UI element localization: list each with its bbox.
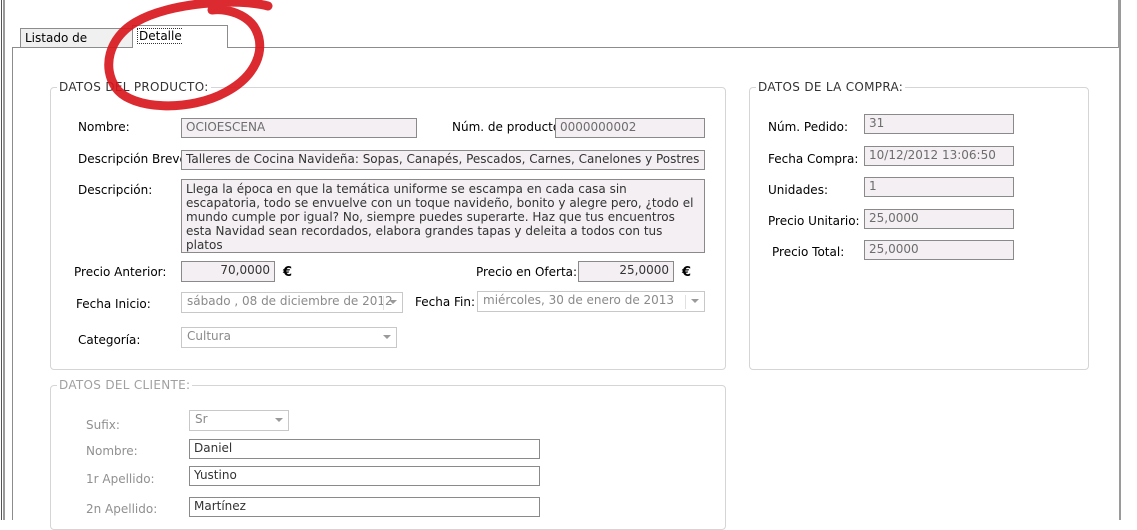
precio-unitario-label: Precio Unitario: — [768, 214, 860, 228]
apellido1-label: 1r Apellido: — [86, 472, 155, 486]
unidades-field[interactable]: 1 — [864, 177, 1014, 197]
desc-breve-label: Descripción Breve: — [78, 152, 191, 166]
compra-legend: DATOS DE LA COMPRA: — [758, 80, 904, 94]
categoria-value: Cultura — [187, 329, 231, 343]
window-left-border — [0, 0, 5, 520]
chevron-down-icon[interactable] — [383, 335, 391, 339]
fecha-compra-label: Fecha Compra: — [768, 152, 859, 166]
tab-listado-pedidos[interactable]: Listado de Pedidos — [20, 28, 138, 63]
fecha-compra-field[interactable]: 10/12/2012 13:06:50 — [864, 146, 1014, 166]
producto-nombre-field[interactable]: OCIOESCENA — [181, 118, 417, 138]
apellido1-field[interactable]: Yustino — [189, 466, 540, 486]
cliente-legend: DATOS DEL CLIENTE: — [59, 378, 191, 392]
descripcion-textarea[interactable]: Llega la época en que la temática unifor… — [181, 179, 705, 253]
cliente-nombre-label: Nombre: — [86, 444, 138, 458]
fecha-inicio-separator — [383, 296, 384, 310]
descripcion-label: Descripción: — [78, 183, 153, 197]
num-producto-field[interactable]: 0000000002 — [555, 118, 705, 138]
unidades-label: Unidades: — [768, 183, 828, 197]
chevron-down-icon[interactable] — [389, 300, 397, 304]
precio-anterior-field[interactable]: 70,0000 — [181, 261, 275, 282]
sufix-select[interactable]: Sr — [189, 410, 289, 431]
cliente-nombre-field[interactable]: Daniel — [189, 439, 540, 459]
precio-unitario-field[interactable]: 25,0000 — [864, 209, 1014, 229]
fecha-fin-label: Fecha Fin: — [415, 295, 476, 309]
categoria-select[interactable]: Cultura — [181, 327, 397, 348]
chevron-down-icon[interactable] — [275, 418, 283, 422]
producto-legend: DATOS DEL PRODUCTO: — [59, 80, 209, 94]
precio-anterior-label: Precio Anterior: — [74, 265, 167, 279]
precio-oferta-label: Precio en Oferta: — [476, 265, 578, 279]
fecha-inicio-picker[interactable]: sábado , 08 de diciembre de 2012 — [181, 292, 403, 313]
apellido2-field[interactable]: Martínez — [189, 497, 540, 517]
sufix-value: Sr — [195, 412, 208, 426]
fecha-fin-separator — [685, 295, 686, 309]
euro-symbol-oferta: € — [682, 265, 692, 280]
precio-total-field[interactable]: 25,0000 — [864, 240, 1014, 260]
fecha-inicio-value: sábado , 08 de diciembre de 2012 — [187, 294, 393, 308]
categoria-label: Categoría: — [78, 333, 141, 347]
fecha-inicio-label: Fecha Inicio: — [76, 297, 151, 311]
fecha-fin-value: miércoles, 30 de enero de 2013 — [483, 293, 675, 307]
fecha-fin-picker[interactable]: miércoles, 30 de enero de 2013 — [477, 291, 705, 312]
producto-nombre-label: Nombre: — [78, 120, 130, 134]
apellido2-label: 2n Apellido: — [86, 502, 158, 516]
precio-oferta-field[interactable]: 25,0000 — [578, 261, 674, 282]
num-producto-label: Núm. de producto: — [452, 120, 565, 134]
chevron-down-icon[interactable] — [691, 299, 699, 303]
euro-symbol-anterior: € — [283, 265, 293, 280]
precio-total-label: Precio Total: — [772, 245, 845, 259]
num-pedido-field[interactable]: 31 — [864, 114, 1014, 134]
tab-detalle-pedido[interactable]: Detalle Pedido — [132, 25, 228, 64]
sufix-label: Sufix: — [86, 418, 120, 432]
desc-breve-field[interactable]: Talleres de Cocina Navideña: Sopas, Cana… — [181, 150, 705, 170]
num-pedido-label: Núm. Pedido: — [768, 120, 849, 134]
